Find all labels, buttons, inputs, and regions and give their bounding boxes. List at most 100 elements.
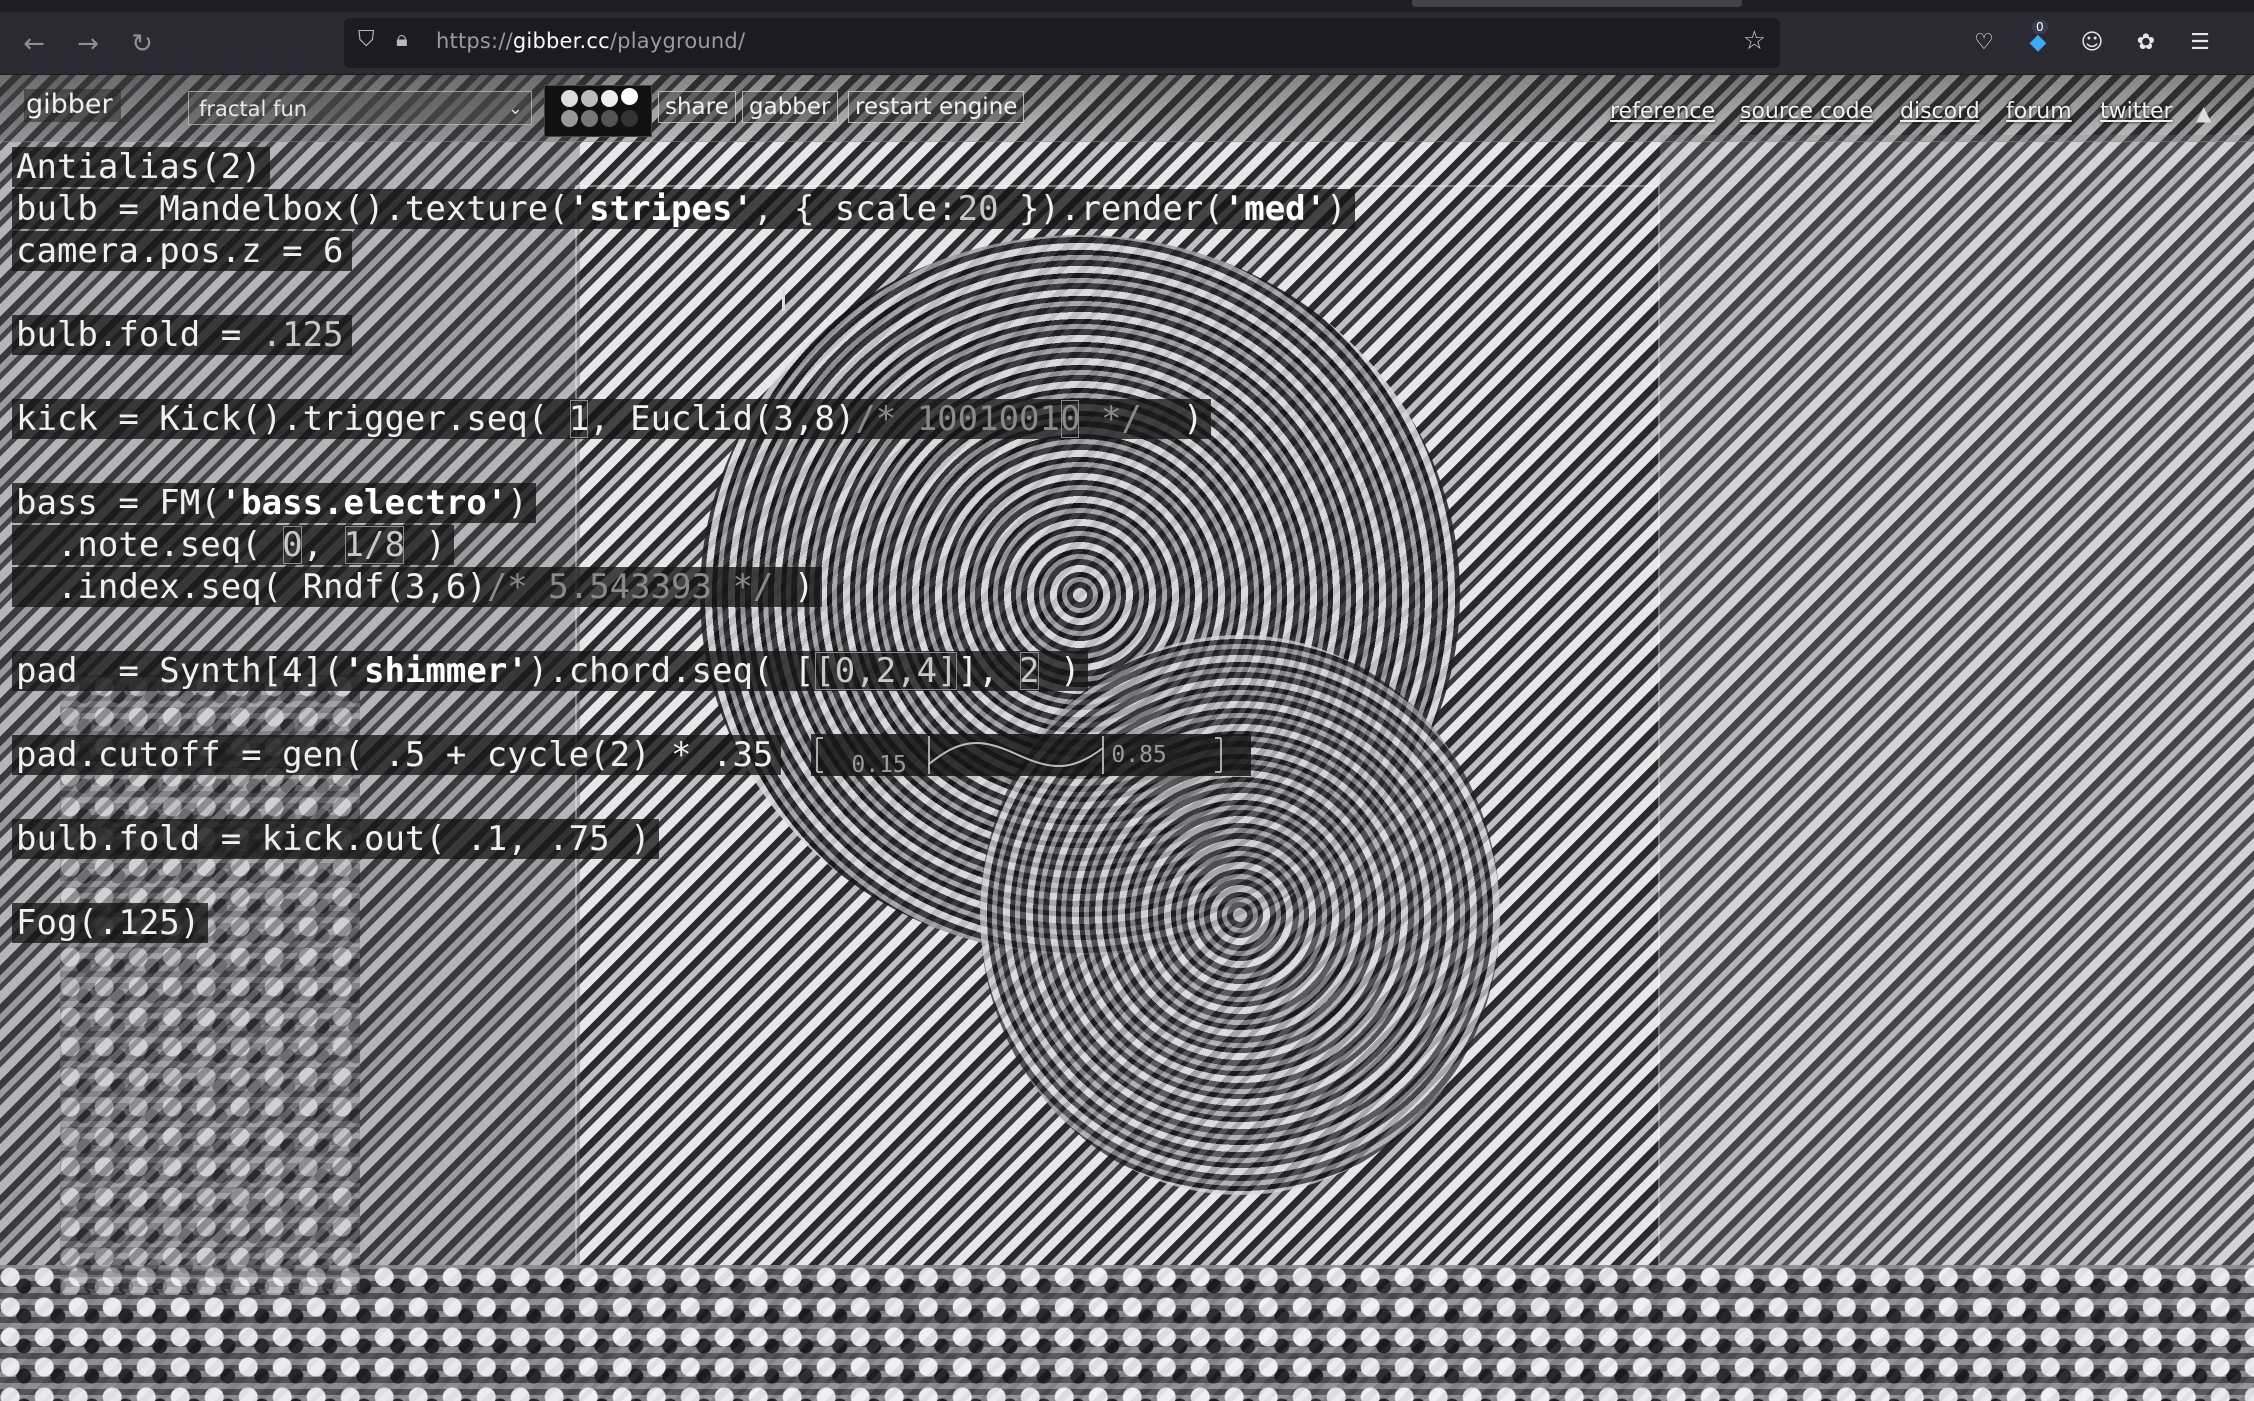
- code-text: kick = Kick().trigger.seq( 1, Euclid(3,8…: [12, 399, 1212, 439]
- code-token: }).render(: [998, 189, 1224, 229]
- code-line-empty[interactable]: [12, 440, 1355, 482]
- code-token: ): [1326, 189, 1347, 229]
- code-token: , { scale:: [752, 189, 958, 229]
- code-line-empty[interactable]: [12, 272, 1355, 314]
- code-text: bass = FM('bass.electro'): [12, 483, 536, 523]
- comment-token: */: [1080, 399, 1183, 439]
- theme-swatch[interactable]: [561, 90, 578, 107]
- gibber-logo: gibber: [24, 89, 121, 122]
- string-token: 'shimmer': [343, 651, 528, 691]
- code-token: pad = Synth[4](: [16, 651, 344, 691]
- code-text: Fog(.125): [12, 903, 209, 943]
- theme-swatch[interactable]: [561, 110, 578, 127]
- code-text: Antialias(2): [12, 147, 270, 187]
- code-line[interactable]: bulb = Mandelbox().texture('stripes', { …: [12, 188, 1355, 230]
- bookmark-star-icon[interactable]: ☆: [1743, 26, 1766, 56]
- restart-engine-button[interactable]: restart engine: [848, 91, 1025, 123]
- theme-swatch[interactable]: [621, 110, 638, 127]
- theme-swatch[interactable]: [601, 110, 618, 127]
- code-line[interactable]: camera.pos.z = 6: [12, 230, 1355, 272]
- tab-strip: [0, 0, 2254, 12]
- code-line[interactable]: bass = FM('bass.electro'): [12, 482, 1355, 524]
- theme-swatch[interactable]: [581, 90, 598, 107]
- code-text: camera.pos.z = 6: [12, 231, 352, 271]
- shield-icon[interactable]: ⛉: [358, 27, 375, 52]
- lock-icon[interactable]: 🔒︎: [396, 27, 408, 52]
- nav-forum-link[interactable]: forum: [2006, 99, 2072, 124]
- code-line[interactable]: pad.cutoff = gen( .5 + cycle(2) * .35 0.…: [12, 734, 1355, 778]
- browser-toolbar: ← → ↻ ⛉ 🔒︎ https://gibber.cc/playground/…: [0, 0, 2254, 75]
- active-tab-edge[interactable]: [1412, 0, 1742, 7]
- code-line[interactable]: .index.seq( Rndf(3,6)/* 5.543393 */ ): [12, 566, 1355, 608]
- extensions-puzzle-icon[interactable]: ✿: [2130, 26, 2162, 58]
- code-line-empty[interactable]: [12, 356, 1355, 398]
- gabber-button[interactable]: gabber: [742, 91, 838, 123]
- code-text: pad.cutoff = gen( .5 + cycle(2) * .35: [12, 735, 782, 775]
- code-token: ,: [302, 525, 344, 565]
- reload-icon[interactable]: ↻: [120, 22, 164, 66]
- waveform-max-label: 0.85: [1111, 742, 1167, 768]
- code-line[interactable]: pad = Synth[4]('shimmer').chord.seq( [[0…: [12, 650, 1355, 692]
- gibber-header: gibber fractal fun ⌄ share gabber restar…: [0, 75, 2254, 142]
- code-line[interactable]: bulb.fold = .125: [12, 314, 1355, 356]
- string-token: 'bass.electro': [220, 483, 508, 523]
- text-cursor: [782, 287, 785, 311]
- theme-picker[interactable]: [544, 85, 652, 137]
- seq-value-token: 0: [282, 525, 303, 565]
- active-step-token: 0: [1059, 399, 1081, 439]
- code-line-empty[interactable]: [12, 860, 1355, 902]
- code-token: kick = Kick().trigger.seq(: [16, 399, 569, 439]
- code-line[interactable]: Antialias(2): [12, 146, 1355, 188]
- profile-icon[interactable]: ☺: [2076, 26, 2108, 58]
- code-line[interactable]: .note.seq( 0, 1/8 ): [12, 524, 1355, 566]
- nav-twitter-link[interactable]: twitter: [2100, 99, 2173, 124]
- nav-discord-link[interactable]: discord: [1900, 99, 1980, 124]
- code-token: ): [507, 483, 528, 523]
- url-text[interactable]: https://gibber.cc/playground/: [436, 29, 745, 53]
- url-path: /playground/: [609, 29, 746, 53]
- code-token: bulb = Mandelbox().texture(: [16, 189, 569, 229]
- comment-token: /* 5.543393 */: [486, 567, 774, 607]
- seq-value-token: 2: [1019, 651, 1040, 691]
- back-icon[interactable]: ←: [12, 22, 56, 66]
- code-line-empty[interactable]: [12, 776, 1355, 818]
- code-line[interactable]: kick = Kick().trigger.seq( 1, Euclid(3,8…: [12, 398, 1355, 440]
- waveform-widget: 0.15 0.85: [811, 734, 1252, 778]
- code-token: ): [773, 567, 815, 607]
- code-token: ],: [957, 651, 1020, 691]
- theme-swatch[interactable]: [581, 110, 598, 127]
- code-text: bulb.fold = kick.out( .1, .75 ): [12, 819, 659, 859]
- code-line-empty[interactable]: [12, 692, 1355, 734]
- forward-icon[interactable]: →: [66, 22, 110, 66]
- url-host: gibber.cc: [512, 29, 610, 53]
- theme-swatch[interactable]: [601, 90, 618, 107]
- pocket-icon[interactable]: ♡: [1968, 26, 2000, 58]
- code-token: , Euclid(3,8): [589, 399, 856, 439]
- code-line-empty[interactable]: [12, 608, 1355, 650]
- share-button[interactable]: share: [658, 91, 736, 123]
- number-token: 20: [957, 189, 999, 229]
- nav-reference-link[interactable]: reference: [1610, 99, 1715, 124]
- seq-value-token: 1: [568, 399, 590, 439]
- extension-badge: 0: [2032, 20, 2048, 34]
- code-text: pad = Synth[4]('shimmer').chord.seq( [[0…: [12, 651, 1089, 691]
- collapse-toolbar-icon[interactable]: ▲: [2196, 101, 2211, 125]
- menu-hamburger-icon[interactable]: ☰: [2184, 26, 2216, 58]
- nav-source-code-link[interactable]: source code: [1740, 99, 1873, 124]
- code-line[interactable]: Fog(.125): [12, 902, 1355, 944]
- seq-value-token: 1/8: [343, 525, 405, 565]
- code-line[interactable]: bulb.fold = kick.out( .1, .75 ): [12, 818, 1355, 860]
- code-token: .index.seq( Rndf(3,6): [16, 567, 487, 607]
- example-select-value: fractal fun: [199, 97, 308, 121]
- code-editor[interactable]: Antialias(2) bulb = Mandelbox().texture(…: [12, 146, 1355, 944]
- code-text: bulb.fold = .125: [12, 315, 352, 355]
- address-bar[interactable]: ⛉ 🔒︎ https://gibber.cc/playground/ ☆: [344, 18, 1780, 68]
- theme-swatch[interactable]: [621, 88, 638, 105]
- code-token: bass = FM(: [16, 483, 221, 523]
- seq-value-token: [0,2,4]: [814, 651, 958, 691]
- example-select[interactable]: fractal fun ⌄: [188, 91, 532, 125]
- gibber-playground: gibber fractal fun ⌄ share gabber restar…: [0, 75, 2254, 1401]
- code-token: .note.seq(: [16, 525, 283, 565]
- code-token: ).chord.seq( [: [527, 651, 815, 691]
- string-token: 'stripes': [568, 189, 753, 229]
